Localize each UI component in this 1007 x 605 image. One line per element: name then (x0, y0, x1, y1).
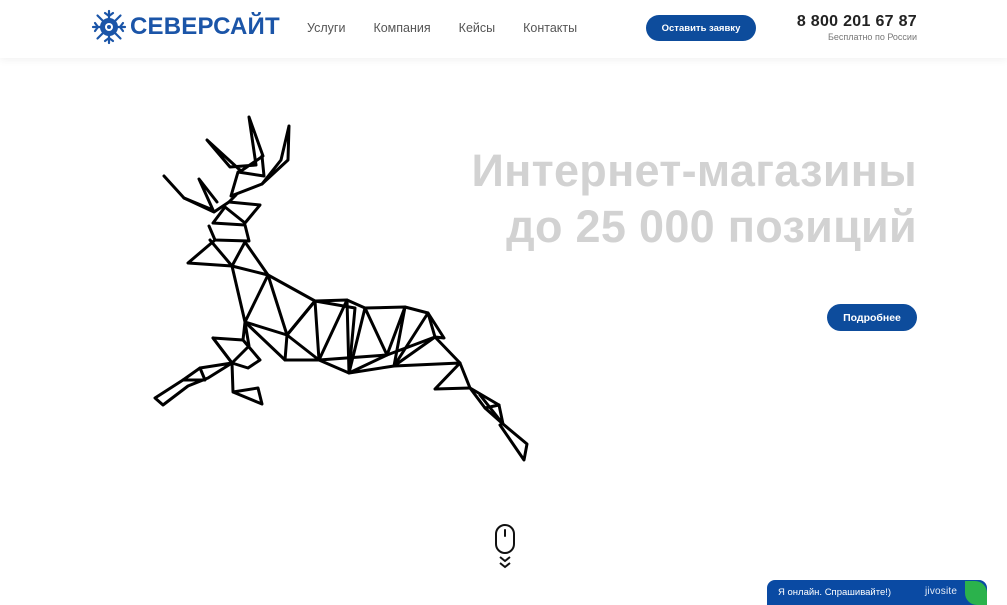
phone-block: 8 800 201 67 87 Бесплатно по России (797, 13, 917, 43)
more-button[interactable]: Подробнее (827, 304, 917, 331)
snowflake-circle-icon (91, 9, 127, 45)
logo-text: СЕВЕРСАЙТ (130, 13, 280, 40)
main-nav: Услуги Компания Кейсы Контакты (307, 20, 605, 36)
hero-title: Интернет-магазины до 25 000 позиций (472, 143, 918, 255)
hero-title-line2: до 25 000 позиций (506, 201, 917, 252)
chat-widget[interactable]: Я онлайн. Спрашивайте!) jivosite (767, 580, 987, 605)
request-button[interactable]: Оставить заявку (646, 15, 756, 41)
site-header: СЕВЕРСАЙТ Услуги Компания Кейсы Контакты… (0, 0, 1007, 58)
mouse-scroll-icon[interactable] (494, 524, 516, 570)
nav-item-cases[interactable]: Кейсы (459, 20, 495, 36)
nav-item-company[interactable]: Компания (373, 20, 430, 36)
phone-note: Бесплатно по России (828, 32, 917, 42)
chat-brand: jivosite (925, 586, 958, 597)
hero-title-line1: Интернет-магазины (471, 145, 917, 196)
nav-item-services[interactable]: Услуги (307, 20, 345, 36)
nav-item-contacts[interactable]: Контакты (523, 20, 577, 36)
chat-text: Я онлайн. Спрашивайте!) (778, 587, 892, 598)
logo[interactable]: СЕВЕРСАЙТ (91, 8, 280, 46)
phone-number[interactable]: 8 800 201 67 87 (797, 13, 917, 31)
chat-leaf-icon (965, 581, 987, 605)
